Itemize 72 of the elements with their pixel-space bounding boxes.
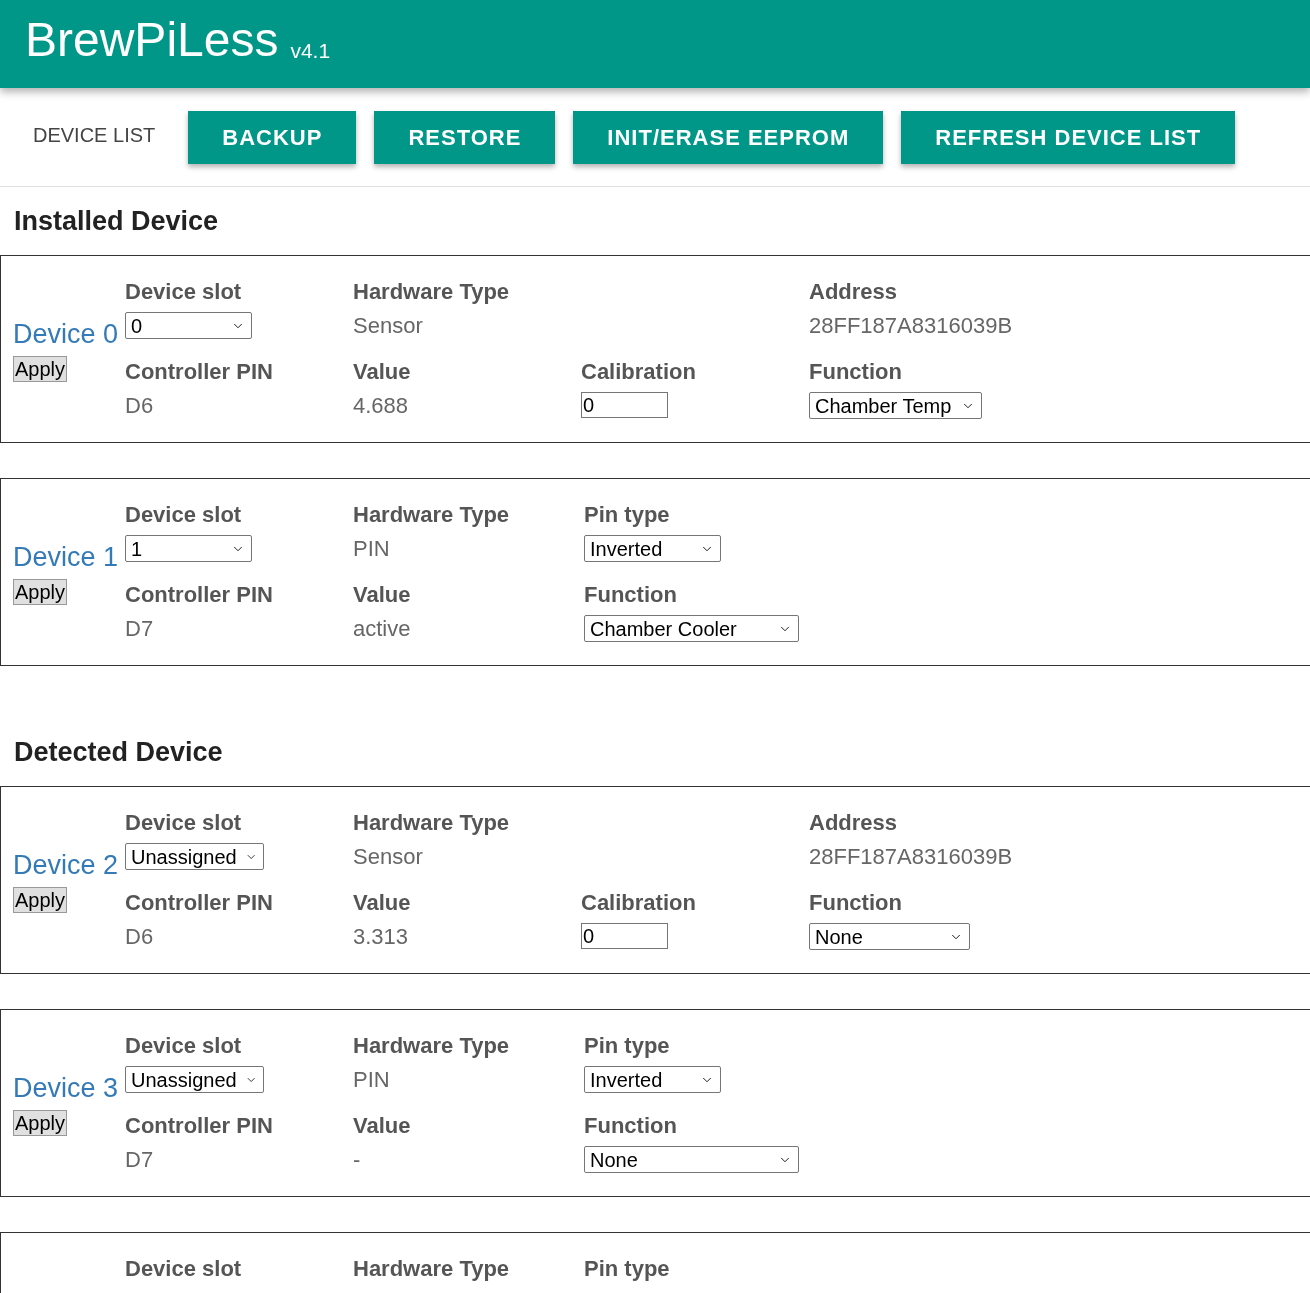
field-label: Value [353,889,411,917]
field-label: Function [584,1112,677,1140]
device-name: Device 0 [13,318,119,350]
field-value: D7 [125,615,154,643]
field-value: D6 [125,392,154,420]
select-field[interactable]: None [809,923,970,950]
field-label: Address [809,278,898,306]
field-label: Device slot [125,278,242,306]
select-field[interactable]: Chamber Temp [809,392,982,419]
select-field[interactable]: 0 [125,312,252,339]
field-value: - [353,1146,361,1174]
apply-button[interactable]: Apply [13,1110,68,1136]
select-field[interactable]: Unassigned [125,843,264,870]
apply-button[interactable]: Apply [13,887,68,913]
field-label: Hardware Type [353,809,510,837]
input-field[interactable]: 0 [581,923,668,949]
apply-button[interactable]: Apply [13,579,68,605]
field-value: 3.313 [353,923,409,951]
field-label: Device slot [125,809,242,837]
field-label: Calibration [581,358,696,386]
field-label: Hardware Type [353,501,510,529]
app-title: BrewPiLess [25,16,279,64]
field-label: Value [353,358,411,386]
field-label: Function [809,358,902,386]
field-value: active [353,615,411,643]
apply-button[interactable]: Apply [13,356,68,382]
field-value: Sensor [353,312,423,340]
section-title: Installed Device [13,205,219,238]
field-value: D7 [125,1146,154,1174]
field-label: Device slot [125,501,242,529]
toolbar-button[interactable]: BACKUP [188,110,357,164]
device-name: Device 3 [13,1072,119,1104]
toolbar-button[interactable]: REFRESH DEVICE LIST [901,110,1236,164]
select-field[interactable]: Chamber Cooler [584,615,799,642]
field-label: Hardware Type [353,1255,510,1283]
field-label: Address [809,809,898,837]
field-value: 28FF187A8316039B [809,312,1013,340]
device-name: Device 1 [13,541,119,573]
section-title: Detected Device [13,736,223,769]
toolbar-button[interactable]: INIT/ERASE EEPROM [573,110,884,164]
select-field[interactable]: None [584,1146,799,1173]
field-label: Controller PIN [125,1112,273,1140]
field-label: Pin type [584,501,670,529]
field-label: Function [809,889,902,917]
device-name: Device 2 [13,849,119,881]
field-value: PIN [353,1066,390,1094]
field-value: Sensor [353,843,423,871]
toolbar-button[interactable]: RESTORE [374,110,556,164]
field-label: Pin type [584,1255,670,1283]
field-label: Hardware Type [353,278,510,306]
select-field[interactable]: Inverted [584,1066,721,1093]
select-field[interactable]: 1 [125,535,252,562]
field-label: Device slot [125,1255,242,1283]
field-value: PIN [353,535,390,563]
field-value: 4.688 [353,392,409,420]
tab-label[interactable]: DEVICE LIST [33,120,156,150]
field-value: 28FF187A8316039B [809,843,1013,871]
field-label: Controller PIN [125,358,273,386]
select-field[interactable]: Unassigned [125,1066,264,1093]
field-label: Controller PIN [125,581,273,609]
field-label: Hardware Type [353,1032,510,1060]
version-label: v4.1 [290,40,331,61]
field-label: Value [353,1112,411,1140]
field-label: Pin type [584,1032,670,1060]
field-label: Calibration [581,889,696,917]
field-value: D6 [125,923,154,951]
select-field[interactable]: Inverted [584,535,721,562]
field-label: Function [584,581,677,609]
input-field[interactable]: 0 [581,392,668,418]
field-label: Controller PIN [125,889,273,917]
field-label: Value [353,581,411,609]
field-label: Device slot [125,1032,242,1060]
